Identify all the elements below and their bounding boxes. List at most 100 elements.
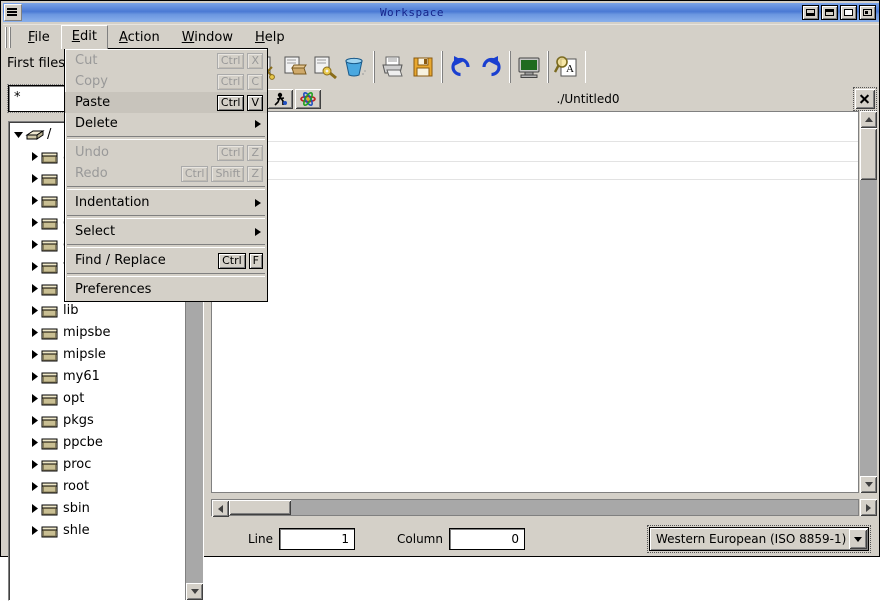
folder-icon <box>41 370 59 385</box>
minimize-button[interactable] <box>821 5 838 20</box>
find-text-button[interactable]: A <box>552 52 582 82</box>
editor-panel: ./Untitled0 <box>208 87 879 521</box>
text-editor-area[interactable] <box>211 111 859 493</box>
save-button[interactable] <box>408 52 438 82</box>
editor-horizontal-scrollbar[interactable] <box>211 499 859 516</box>
expand-arrow-right-icon[interactable] <box>27 168 41 190</box>
terminal-button[interactable] <box>514 52 544 82</box>
tree-item[interactable]: proc <box>11 454 185 476</box>
expand-arrow-right-icon[interactable] <box>27 432 41 454</box>
column-number-field[interactable]: 0 <box>449 528 525 550</box>
folder-icon <box>41 436 59 451</box>
expand-arrow-right-icon[interactable] <box>27 410 41 432</box>
editor-vertical-scrollbar[interactable] <box>860 111 877 493</box>
tree-item[interactable]: pkgs <box>11 410 185 432</box>
expand-arrow-right-icon[interactable] <box>27 256 41 278</box>
editor-scroll-right-button[interactable] <box>860 499 877 516</box>
drive-icon <box>25 128 43 143</box>
expand-arrow-right-icon[interactable] <box>27 476 41 498</box>
menu-window[interactable]: Window <box>171 26 244 49</box>
shortcut-key: Ctrl <box>217 74 245 90</box>
close-button[interactable] <box>859 5 876 20</box>
menu-file[interactable]: File <box>17 26 61 49</box>
edit-menu-dropdown[interactable]: CutCtrlXCopyCtrlCPasteCtrlVDeleteUndoCtr… <box>64 48 268 302</box>
menu-item-paste[interactable]: PasteCtrlV <box>65 92 267 113</box>
expand-arrow-right-icon[interactable] <box>27 300 41 322</box>
expand-arrow-right-icon[interactable] <box>27 520 41 542</box>
menu-bar: File Edit Action Window Help <box>3 24 879 49</box>
menu-item-preferences[interactable]: Preferences <box>65 279 267 300</box>
editor-scroll-up-button[interactable] <box>860 111 877 128</box>
menu-item-label: Redo <box>75 166 178 181</box>
folder-icon <box>41 480 59 495</box>
tree-item[interactable]: lib <box>11 300 185 322</box>
menu-item-label: Select <box>75 224 255 239</box>
encoding-select[interactable]: Western European (ISO 8859-1) <box>649 527 869 551</box>
menu-help[interactable]: Help <box>244 26 296 49</box>
expand-arrow-right-icon[interactable] <box>27 454 41 476</box>
editor-scroll-thumb[interactable] <box>860 128 877 180</box>
system-menu-icon[interactable] <box>4 4 22 21</box>
expand-arrow-right-icon[interactable] <box>27 344 41 366</box>
expand-arrow-right-icon[interactable] <box>27 190 41 212</box>
settings-button[interactable] <box>295 89 321 109</box>
tree-item[interactable]: root <box>11 476 185 498</box>
tree-item-label: pkgs <box>63 410 94 432</box>
redo-button[interactable] <box>476 52 506 82</box>
expand-arrow-right-icon[interactable] <box>27 498 41 520</box>
maximize-button[interactable] <box>840 5 857 20</box>
toolbar-group-history <box>442 51 510 83</box>
menu-item-label: Delete <box>75 116 255 131</box>
submenu-arrow-icon <box>255 228 261 236</box>
menu-item-redo[interactable]: RedoCtrlShiftZ <box>65 163 267 184</box>
expand-arrow-right-icon[interactable] <box>27 388 41 410</box>
folder-icon <box>41 150 59 165</box>
editor-scroll-left-button[interactable] <box>212 500 229 517</box>
expand-arrow-right-icon[interactable] <box>27 366 41 388</box>
menu-item-label: Copy <box>75 74 214 89</box>
folder-icon <box>41 172 59 187</box>
expand-arrow-down-icon[interactable] <box>11 124 25 146</box>
tree-item[interactable]: mipsbe <box>11 322 185 344</box>
shortcut-key: X <box>247 53 263 69</box>
undo-button[interactable] <box>446 52 476 82</box>
expand-arrow-right-icon[interactable] <box>27 146 41 168</box>
editor-scroll-down-button[interactable] <box>860 476 877 493</box>
shade-button[interactable] <box>802 5 819 20</box>
menu-action[interactable]: Action <box>108 26 171 49</box>
menu-item-copy[interactable]: CopyCtrlC <box>65 71 267 92</box>
line-number-field[interactable]: 1 <box>279 528 355 550</box>
menu-drag-grip[interactable] <box>5 27 13 48</box>
tree-scroll-down-button[interactable] <box>186 583 203 600</box>
menu-edit[interactable]: Edit <box>61 25 108 49</box>
expand-arrow-right-icon[interactable] <box>27 278 41 300</box>
print-button[interactable] <box>378 52 408 82</box>
editor-tab-title[interactable]: ./Untitled0 <box>321 92 855 106</box>
tree-item[interactable]: shle <box>11 520 185 542</box>
menu-separator <box>67 244 265 248</box>
expand-arrow-right-icon[interactable] <box>27 322 41 344</box>
folder-icon <box>41 502 59 517</box>
tree-item[interactable]: opt <box>11 388 185 410</box>
menu-item-select[interactable]: Select <box>65 221 267 242</box>
encoding-dropdown-arrow[interactable] <box>849 529 867 549</box>
tree-item[interactable]: my61 <box>11 366 185 388</box>
tree-item[interactable]: mipsle <box>11 344 185 366</box>
tree-item[interactable]: ppcbe <box>11 432 185 454</box>
delete-button[interactable] <box>340 52 370 82</box>
expand-arrow-right-icon[interactable] <box>27 212 41 234</box>
menu-item-cut[interactable]: CutCtrlX <box>65 50 267 71</box>
menu-item-indentation[interactable]: Indentation <box>65 192 267 213</box>
copy-button[interactable] <box>280 52 310 82</box>
menu-item-undo[interactable]: UndoCtrlZ <box>65 142 267 163</box>
menu-item-find-replace[interactable]: Find / ReplaceCtrlF <box>65 250 267 271</box>
menu-item-delete[interactable]: Delete <box>65 113 267 134</box>
paste-button[interactable] <box>310 52 340 82</box>
editor-tab-close-button[interactable] <box>855 89 875 109</box>
expand-arrow-right-icon[interactable] <box>27 234 41 256</box>
menu-item-label: Undo <box>75 145 214 160</box>
debug-button[interactable] <box>267 89 293 109</box>
tree-item[interactable]: sbin <box>11 498 185 520</box>
submenu-arrow-icon <box>255 120 261 128</box>
editor-hscroll-thumb[interactable] <box>229 500 291 515</box>
